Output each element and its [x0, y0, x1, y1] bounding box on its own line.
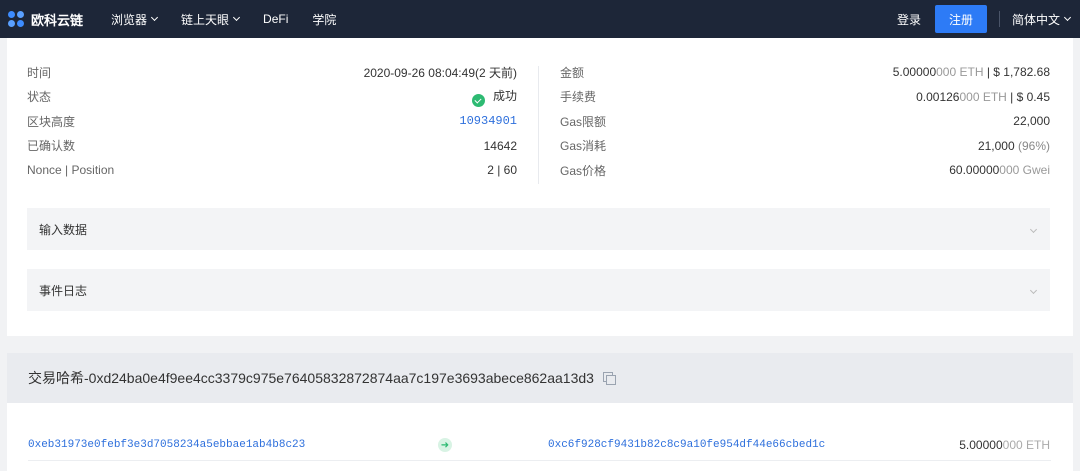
input-data-label: 输入数据 [39, 222, 88, 237]
top-nav: 欧科云链 浏览器 链上天眼 DeFi 学院 登录 注册 简体中文 [0, 0, 1080, 38]
column-divider [538, 66, 539, 184]
detail-key: Nonce | Position [27, 163, 115, 178]
gas-price-muted: 000 Gwei [999, 163, 1050, 178]
status-value: 成功 [471, 87, 517, 107]
detail-left-column: 时间 2020-09-26 08:04:49(2 天前) 状态 成功 区块高度 … [27, 60, 517, 183]
arrow-right-icon: ➜ [438, 438, 452, 452]
transaction-hash-title: 交易哈希-0xd24ba0e4f9ee4cc3379c975e764058328… [28, 370, 594, 386]
transaction-hash-header: 交易哈希-0xd24ba0e4f9ee4cc3379c975e764058328… [7, 353, 1073, 403]
detail-row-fee: 手续费 0.00126000 ETH | $ 0.45 [560, 85, 1050, 110]
login-link[interactable]: 登录 [897, 11, 921, 28]
amount-main: 5.00000 [892, 65, 937, 80]
transfer-list: 0xeb31973e0febf3e3d7058234a5ebbae1ab4b8c… [7, 403, 1073, 471]
detail-row-amount: 金额 5.00000000 ETH | $ 1,782.68 [560, 60, 1050, 85]
transfer-value: 5.00000000 ETH [959, 438, 1050, 452]
chevron-down-icon [1063, 13, 1072, 22]
detail-value: 14642 [483, 138, 517, 153]
transaction-detail-card: 时间 2020-09-26 08:04:49(2 天前) 状态 成功 区块高度 … [7, 38, 1073, 336]
detail-key: 区块高度 [27, 114, 76, 129]
gas-used-main: 21,000 [977, 138, 1015, 153]
language-selector[interactable]: 简体中文 [1011, 11, 1072, 28]
gas-used-value: 21,000 (96%) [978, 139, 1050, 153]
brand-name: 欧科云链 [31, 12, 84, 28]
status-text: 成功 [492, 88, 517, 103]
amount-muted: 000 ETH [936, 65, 984, 80]
chevron-down-icon [1029, 225, 1038, 233]
row-divider [28, 460, 1051, 461]
detail-key: 已确认数 [27, 139, 76, 154]
transfer-row: 0xeb31973e0febf3e3d7058234a5ebbae1ab4b8c… [7, 433, 1073, 461]
to-address-link[interactable]: 0xc6f928cf9431b82c8c9a10fe954df44e66cbed… [548, 439, 825, 451]
event-log-section[interactable]: 事件日志 [27, 269, 1050, 311]
detail-key: Gas价格 [560, 163, 607, 178]
register-button[interactable]: 注册 [934, 5, 987, 33]
detail-row-gas-price: Gas价格 60.00000000 Gwei [560, 158, 1050, 183]
detail-value: 2020-09-26 08:04:49(2 天前) [363, 65, 517, 80]
detail-row-gas-limit: Gas限额 22,000 [560, 109, 1050, 134]
nav-item-label: 学院 [312, 12, 337, 27]
fee-usd: | $ 0.45 [1006, 89, 1050, 104]
chevron-down-icon [150, 13, 159, 22]
detail-key: Gas消耗 [560, 139, 607, 154]
brand-logo-icon [8, 11, 26, 27]
copy-icon[interactable] [602, 372, 616, 385]
nav-item-label: 浏览器 [111, 12, 148, 27]
detail-row-block-height: 区块高度 10934901 [27, 109, 517, 134]
event-log-label: 事件日志 [39, 283, 88, 298]
nav-divider [998, 11, 1000, 27]
amount-value: 5.00000000 ETH | $ 1,782.68 [893, 65, 1050, 79]
nav-item-label: DeFi [263, 12, 289, 26]
brand-logo[interactable]: 欧科云链 [8, 10, 83, 29]
detail-key: 状态 [27, 90, 52, 105]
success-check-icon [471, 94, 485, 107]
detail-value: 2 | 60 [487, 163, 517, 178]
fee-muted: 000 ETH [959, 89, 1007, 104]
nav-item-label: 链上天眼 [181, 12, 230, 27]
chevron-down-icon [1029, 286, 1038, 294]
detail-key: 手续费 [560, 90, 597, 105]
detail-right-column: 金额 5.00000000 ETH | $ 1,782.68 手续费 0.001… [560, 60, 1050, 183]
nav-item-browser[interactable]: 浏览器 [111, 11, 159, 28]
transfer-value-muted: 000 ETH [1002, 438, 1050, 452]
transfer-value-main: 5.00000 [959, 438, 1003, 452]
detail-key: Gas限额 [560, 114, 607, 129]
from-address-link[interactable]: 0xeb31973e0febf3e3d7058234a5ebbae1ab4b8c… [28, 439, 305, 451]
block-height-link[interactable]: 10934901 [459, 114, 517, 128]
language-label: 简体中文 [1011, 12, 1060, 27]
detail-row-gas-used: Gas消耗 21,000 (96%) [560, 134, 1050, 159]
chevron-down-icon [233, 13, 241, 22]
amount-usd: | $ 1,782.68 [983, 65, 1050, 80]
detail-row-status: 状态 成功 [27, 85, 517, 110]
gas-price-main: 60.00000 [949, 163, 1000, 178]
detail-row-confirmations: 已确认数 14642 [27, 134, 517, 159]
gas-price-value: 60.00000000 Gwei [949, 163, 1050, 177]
detail-row-time: 时间 2020-09-26 08:04:49(2 天前) [27, 60, 517, 85]
fee-value: 0.00126000 ETH | $ 0.45 [916, 90, 1050, 104]
nav-item-defi[interactable]: DeFi [263, 11, 288, 28]
input-data-section[interactable]: 输入数据 [27, 208, 1050, 250]
nav-item-academy[interactable]: 学院 [312, 11, 336, 28]
detail-key: 金额 [560, 65, 585, 80]
detail-value: 22,000 [1013, 114, 1050, 129]
detail-row-nonce: Nonce | Position 2 | 60 [27, 158, 517, 183]
gas-used-percent: (96%) [1014, 138, 1050, 153]
fee-main: 0.00126 [916, 89, 960, 104]
nav-item-onchain-eye[interactable]: 链上天眼 [181, 11, 241, 28]
detail-key: 时间 [27, 65, 52, 80]
